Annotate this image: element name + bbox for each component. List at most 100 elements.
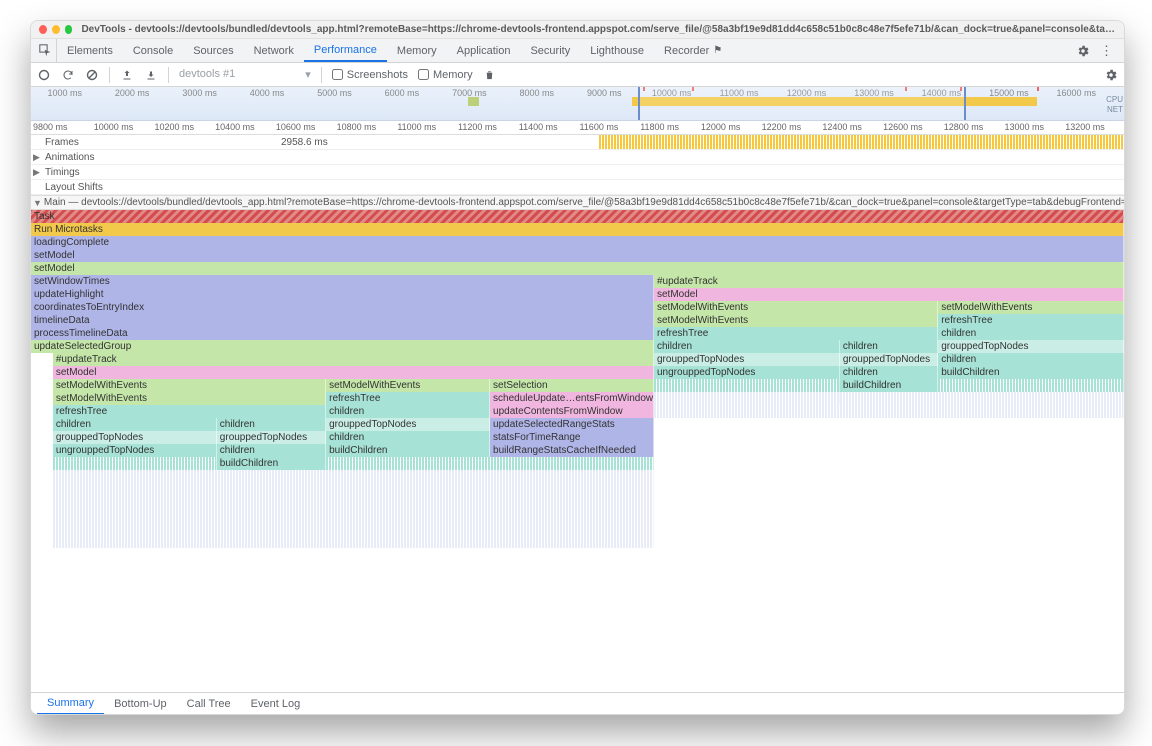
- flame-entry[interactable]: children: [840, 340, 938, 353]
- flame-entry[interactable]: [654, 405, 1124, 418]
- flame-entry[interactable]: setModelWithEvents: [53, 392, 326, 405]
- flame-entry[interactable]: grouppedTopNodes: [654, 353, 840, 366]
- flame-entry[interactable]: setModelWithEvents: [326, 379, 490, 392]
- flame-entry[interactable]: ungrouppedTopNodes: [53, 444, 217, 457]
- detail-ruler[interactable]: 9800 ms10000 ms10200 ms10400 ms10600 ms1…: [31, 121, 1124, 135]
- flame-entry[interactable]: buildChildren: [217, 457, 326, 470]
- flame-entry[interactable]: updateHighlight: [31, 288, 654, 301]
- trash-icon[interactable]: [483, 68, 497, 82]
- flame-entry[interactable]: setModelWithEvents: [53, 379, 326, 392]
- flame-entry[interactable]: statsForTimeRange: [490, 431, 654, 444]
- main-thread-header[interactable]: ▼ Main — devtools://devtools/bundled/dev…: [31, 196, 1124, 210]
- flame-entry[interactable]: grouppedTopNodes: [53, 431, 217, 444]
- flame-entry[interactable]: grouppedTopNodes: [840, 353, 938, 366]
- flame-entry[interactable]: setModel: [53, 366, 654, 379]
- flame-entry[interactable]: [654, 392, 840, 405]
- detail-tab-bottom-up[interactable]: Bottom-Up: [104, 693, 177, 714]
- flame-entry[interactable]: [938, 379, 1124, 392]
- timeline-overview[interactable]: 1000 ms2000 ms3000 ms4000 ms5000 ms6000 …: [31, 87, 1124, 121]
- screenshots-checkbox[interactable]: [332, 69, 343, 80]
- flame-entry[interactable]: children: [938, 327, 1124, 340]
- flame-entry[interactable]: [53, 509, 654, 522]
- upload-icon[interactable]: [120, 68, 134, 82]
- flame-entry[interactable]: setSelection: [490, 379, 654, 392]
- flame-entry[interactable]: [326, 457, 654, 470]
- flame-entry[interactable]: [840, 392, 1124, 405]
- tab-application[interactable]: Application: [447, 39, 521, 62]
- flame-entry[interactable]: children: [326, 405, 490, 418]
- flame-entry[interactable]: children: [654, 340, 840, 353]
- flame-entry[interactable]: #updateTrack: [654, 275, 1124, 288]
- tab-security[interactable]: Security: [520, 39, 580, 62]
- minimize-icon[interactable]: [52, 25, 60, 34]
- tab-console[interactable]: Console: [123, 39, 183, 62]
- flame-entry[interactable]: [53, 470, 654, 483]
- close-icon[interactable]: [39, 25, 47, 34]
- flame-entry[interactable]: setModelWithEvents: [654, 301, 938, 314]
- flame-entry[interactable]: [654, 379, 840, 392]
- memory-toggle[interactable]: Memory: [418, 69, 473, 81]
- flame-entry[interactable]: processTimelineData: [31, 327, 654, 340]
- flame-entry[interactable]: updateSelectedGroup: [31, 340, 654, 353]
- frames-track[interactable]: Frames 2958.6 ms: [31, 135, 1124, 150]
- flame-entry[interactable]: setModelWithEvents: [654, 314, 938, 327]
- flame-entry[interactable]: buildRangeStatsCacheIfNeeded: [490, 444, 654, 457]
- flame-entry[interactable]: scheduleUpdate…entsFromWindow: [490, 392, 654, 405]
- flame-chart[interactable]: TaskRun MicrotasksloadingCompletesetMode…: [31, 210, 1124, 692]
- more-icon[interactable]: ⋮: [1100, 43, 1114, 59]
- flame-entry[interactable]: setModel: [31, 262, 1124, 275]
- flame-entry[interactable]: coordinatesToEntryIndex: [31, 301, 654, 314]
- layout-shifts-track[interactable]: Layout Shifts: [31, 180, 1124, 195]
- flame-entry[interactable]: #updateTrack: [53, 353, 654, 366]
- tab-sources[interactable]: Sources: [183, 39, 243, 62]
- flame-entry[interactable]: grouppedTopNodes: [938, 340, 1124, 353]
- tab-elements[interactable]: Elements: [57, 39, 123, 62]
- overview-selection[interactable]: [638, 87, 966, 120]
- download-icon[interactable]: [144, 68, 158, 82]
- flame-entry[interactable]: grouppedTopNodes: [326, 418, 490, 431]
- flame-entry[interactable]: children: [938, 353, 1124, 366]
- detail-tab-call-tree[interactable]: Call Tree: [177, 693, 241, 714]
- flame-entry[interactable]: setModelWithEvents: [938, 301, 1124, 314]
- settings-icon[interactable]: [1076, 44, 1090, 58]
- flame-entry[interactable]: refreshTree: [326, 392, 490, 405]
- flame-entry[interactable]: children: [840, 366, 938, 379]
- flame-entry[interactable]: children: [217, 444, 326, 457]
- detail-tab-event-log[interactable]: Event Log: [241, 693, 311, 714]
- tab-network[interactable]: Network: [244, 39, 304, 62]
- tab-recorder[interactable]: Recorder: [654, 39, 719, 62]
- detail-tab-summary[interactable]: Summary: [37, 694, 104, 715]
- zoom-icon[interactable]: [65, 25, 73, 34]
- flame-entry[interactable]: grouppedTopNodes: [217, 431, 326, 444]
- flame-entry[interactable]: buildChildren: [938, 366, 1124, 379]
- flame-entry[interactable]: updateSelectedRangeStats: [490, 418, 654, 431]
- record-icon[interactable]: [37, 68, 51, 82]
- flame-entry[interactable]: [53, 457, 217, 470]
- session-select[interactable]: devtools #1 ▾: [179, 68, 311, 82]
- flame-entry[interactable]: children: [53, 418, 217, 431]
- tab-memory[interactable]: Memory: [387, 39, 447, 62]
- flame-entry[interactable]: buildChildren: [840, 379, 938, 392]
- flame-entry[interactable]: Run Microtasks: [31, 223, 1124, 236]
- flame-entry[interactable]: [53, 535, 654, 548]
- flame-entry[interactable]: buildChildren: [326, 444, 490, 457]
- flame-entry[interactable]: [53, 483, 654, 496]
- flame-entry[interactable]: children: [217, 418, 326, 431]
- flame-entry[interactable]: refreshTree: [938, 314, 1124, 327]
- flame-entry[interactable]: setWindowTimes: [31, 275, 654, 288]
- flame-entry[interactable]: Task: [31, 210, 1124, 223]
- flame-entry[interactable]: setModel: [31, 249, 1124, 262]
- animations-track[interactable]: ▶Animations: [31, 150, 1124, 165]
- flame-entry[interactable]: setModel: [654, 288, 1124, 301]
- capture-settings-icon[interactable]: [1104, 68, 1118, 82]
- timings-track[interactable]: ▶Timings: [31, 165, 1124, 180]
- flame-entry[interactable]: loadingComplete: [31, 236, 1124, 249]
- screenshots-toggle[interactable]: Screenshots: [332, 69, 408, 81]
- flame-entry[interactable]: ungrouppedTopNodes: [654, 366, 840, 379]
- memory-checkbox[interactable]: [418, 69, 429, 80]
- flame-entry[interactable]: timelineData: [31, 314, 654, 327]
- inspect-element-icon[interactable]: [35, 39, 57, 62]
- flame-entry[interactable]: refreshTree: [654, 327, 938, 340]
- flame-entry[interactable]: [53, 522, 654, 535]
- flame-entry[interactable]: refreshTree: [53, 405, 326, 418]
